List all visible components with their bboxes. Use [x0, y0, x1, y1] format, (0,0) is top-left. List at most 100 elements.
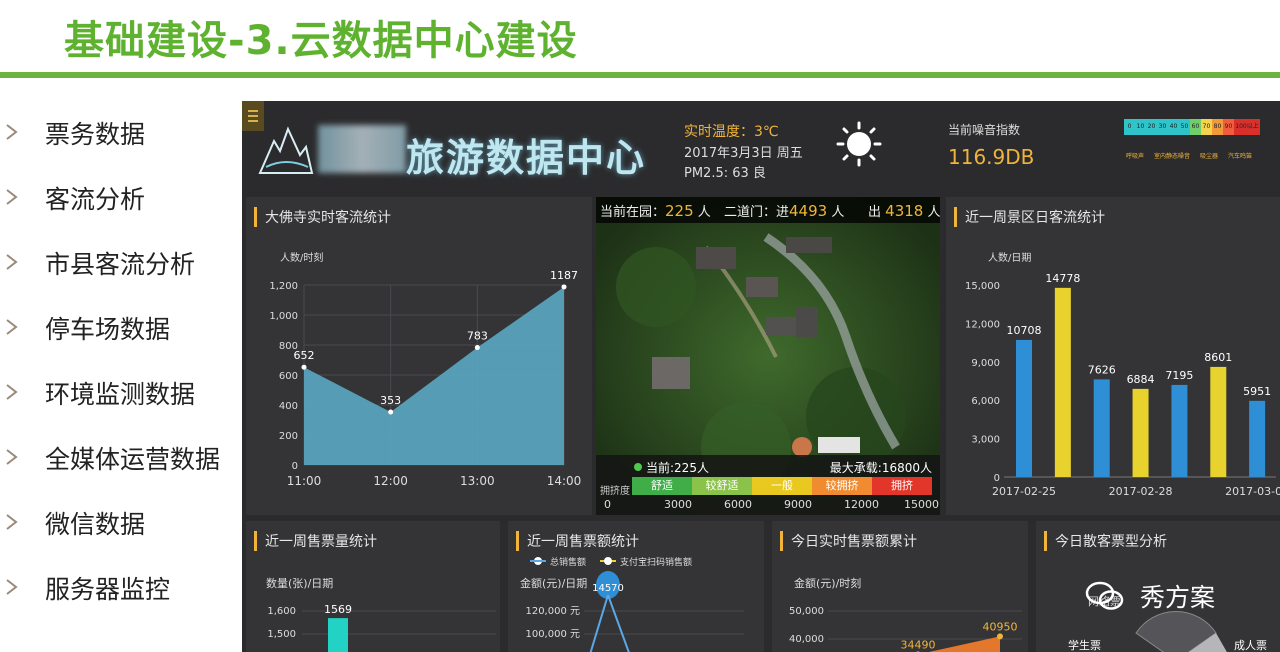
today-sales-panel: 今日实时售票额累计 金额(元)/时刻 50,000 40,000 34490 40950 — [772, 521, 1028, 652]
congestion-tick: 15000 — [904, 498, 939, 511]
scenic-map[interactable]: 当前在园：225 人 二道门：进4493 人 出 4318 人 当前:225人 … — [596, 197, 940, 515]
menu-label: 票务数据 — [45, 119, 146, 149]
status-dot-icon — [634, 463, 642, 471]
y-axis-label: 人数/时刻 — [280, 251, 323, 264]
menu-label: 全媒体运营数据 — [45, 444, 221, 474]
menu-item-flow-analysis[interactable]: 客流分析 — [0, 165, 240, 230]
panel-title: 大佛寺实时客流统计 — [254, 207, 391, 227]
title-divider — [0, 72, 1280, 78]
bar — [1249, 400, 1266, 477]
noise-scale-cell: 100以上 — [1234, 119, 1260, 135]
y-axis-label: 金额(元)/时刻 — [794, 576, 861, 590]
chevron-right-icon — [6, 189, 18, 205]
menu-label: 停车场数据 — [45, 314, 171, 344]
y-axis-label: 人数/日期 — [988, 251, 1031, 264]
noise-scale-cell: 70 — [1201, 119, 1212, 135]
menu-item-server[interactable]: 服务器监控 — [0, 555, 240, 620]
congestion-level: 较拥挤 — [812, 477, 872, 495]
data-point — [997, 633, 1003, 640]
menu-item-environment[interactable]: 环境监测数据 — [0, 360, 240, 425]
data-point — [474, 345, 480, 351]
menu-item-ticket-data[interactable]: 票务数据 — [0, 100, 240, 165]
y-tick-label: 1,200 — [269, 281, 298, 292]
noise-scale-cell: 50 — [1179, 119, 1190, 135]
sun-icon — [836, 121, 882, 167]
noise-scale-cell: 10 — [1135, 119, 1146, 135]
noise-scale-cell: 60 — [1190, 119, 1201, 135]
noise-tag: 汽车鸣笛 — [1228, 153, 1253, 160]
panel-title: 近一周售票额统计 — [516, 531, 639, 551]
chevron-right-icon — [6, 124, 18, 140]
chevron-right-icon — [6, 319, 18, 335]
bar — [1132, 388, 1149, 477]
congestion-tick: 9000 — [784, 498, 812, 511]
noise-scale-cell: 20 — [1146, 119, 1157, 135]
data-label: 10708 — [1007, 324, 1042, 337]
date: 2017年3月3日 周五 — [684, 146, 803, 161]
congestion-ticks: 0 3000 6000 9000 12000 15000 — [596, 498, 940, 512]
y-tick-label: 1,600 — [267, 606, 296, 617]
y-tick-label: 400 — [279, 401, 298, 412]
x-tick-label: 12:00 — [373, 474, 408, 488]
weekly-flow-chart: 人数/日期 0 3,000 6,000 9,000 12,000 15,000 10708 14… — [965, 251, 1280, 498]
y-tick-label: 50,000 — [789, 606, 824, 617]
exit-stat: 出 4318 人 — [868, 202, 940, 220]
y-tick-label: 6,000 — [971, 396, 1000, 407]
bar — [1016, 339, 1032, 477]
chevron-right-icon — [6, 449, 18, 465]
noise-scale-cell: 30 — [1157, 119, 1168, 135]
y-tick-label: 40,000 — [789, 634, 824, 645]
legend-label: 支付宝扫码销售额 — [620, 556, 692, 568]
y-tick-label: 120,000 元 — [525, 606, 580, 617]
y-tick-label: 0 — [292, 461, 298, 472]
max-capacity: 最大承载:16800人 — [829, 461, 932, 475]
menu-item-media[interactable]: 全媒体运营数据 — [0, 425, 240, 490]
data-point — [388, 409, 394, 415]
menu-label: 微信数据 — [45, 509, 146, 539]
mountain-logo-icon — [258, 126, 314, 174]
y-tick-label: 3,000 — [971, 435, 1000, 446]
noise-scale-cell: 0 — [1124, 119, 1135, 135]
data-label: 353 — [380, 394, 401, 407]
noise-label: 当前噪音指数 — [948, 123, 1021, 137]
data-label: 5951 — [1243, 385, 1271, 398]
series-line — [589, 594, 630, 652]
y-tick-label: 600 — [279, 371, 298, 382]
data-label: 652 — [294, 349, 315, 362]
noise-scale-cell: 90 — [1223, 119, 1234, 135]
data-label: 783 — [467, 330, 488, 343]
slide-title: 基础建设-3.云数据中心建设 — [64, 18, 578, 64]
noise-scale-cell: 40 — [1168, 119, 1179, 135]
congestion-levels: 舒适 较舒适 一般 较拥挤 拥挤 — [632, 477, 932, 495]
y-axis-label: 数量(张)/日期 — [266, 577, 333, 590]
chevron-right-icon — [6, 384, 18, 400]
watermark-text: 秀方案 — [1140, 583, 1216, 612]
x-tick-label: 11:00 — [287, 474, 322, 488]
congestion-level: 拥挤 — [872, 477, 932, 495]
dashboard-screenshot: 旅游数据中心 实时温度：3℃ 2017年3月3日 周五 PM2.5: 63 良 … — [242, 101, 1280, 652]
chevron-right-icon — [6, 579, 18, 595]
x-tick-label: 2017-03-03 — [1225, 485, 1280, 498]
panel-title: 近一周售票量统计 — [254, 531, 377, 551]
panel-title: 近一周景区日客流统计 — [954, 207, 1105, 227]
congestion-bar: 当前:225人 最大承载:16800人 拥挤度 舒适 较舒适 一般 较拥挤 拥挤 0 30… — [596, 455, 940, 515]
menu-item-county-flow[interactable]: 市县客流分析 — [0, 230, 240, 295]
data-point — [301, 364, 307, 370]
y-tick-label: 15,000 — [965, 281, 1000, 292]
noise-scale-cell: 80 — [1212, 119, 1223, 135]
dashboard-title: 旅游数据中心 — [406, 136, 647, 180]
noise-value: 116.9DB — [948, 145, 1035, 169]
data-label: 6884 — [1127, 373, 1155, 386]
noise-tag: 室内静态噪音 — [1154, 153, 1191, 160]
x-tick-label: 13:00 — [460, 474, 495, 488]
menu-item-wechat[interactable]: 微信数据 — [0, 490, 240, 555]
temperature: 实时温度：3℃ — [684, 124, 779, 140]
menu-label: 服务器监控 — [45, 574, 171, 604]
noise-tag: 呼吸声 — [1126, 153, 1145, 160]
y-tick-label: 9,000 — [971, 358, 1000, 369]
x-tick-label: 14:00 — [547, 474, 582, 488]
data-label: 7195 — [1165, 369, 1193, 382]
side-menu: 票务数据 客流分析 市县客流分析 停车场数据 环境监测数据 全媒体运营数据 微信… — [0, 100, 240, 620]
menu-item-parking[interactable]: 停车场数据 — [0, 295, 240, 360]
area-fill — [304, 286, 564, 465]
